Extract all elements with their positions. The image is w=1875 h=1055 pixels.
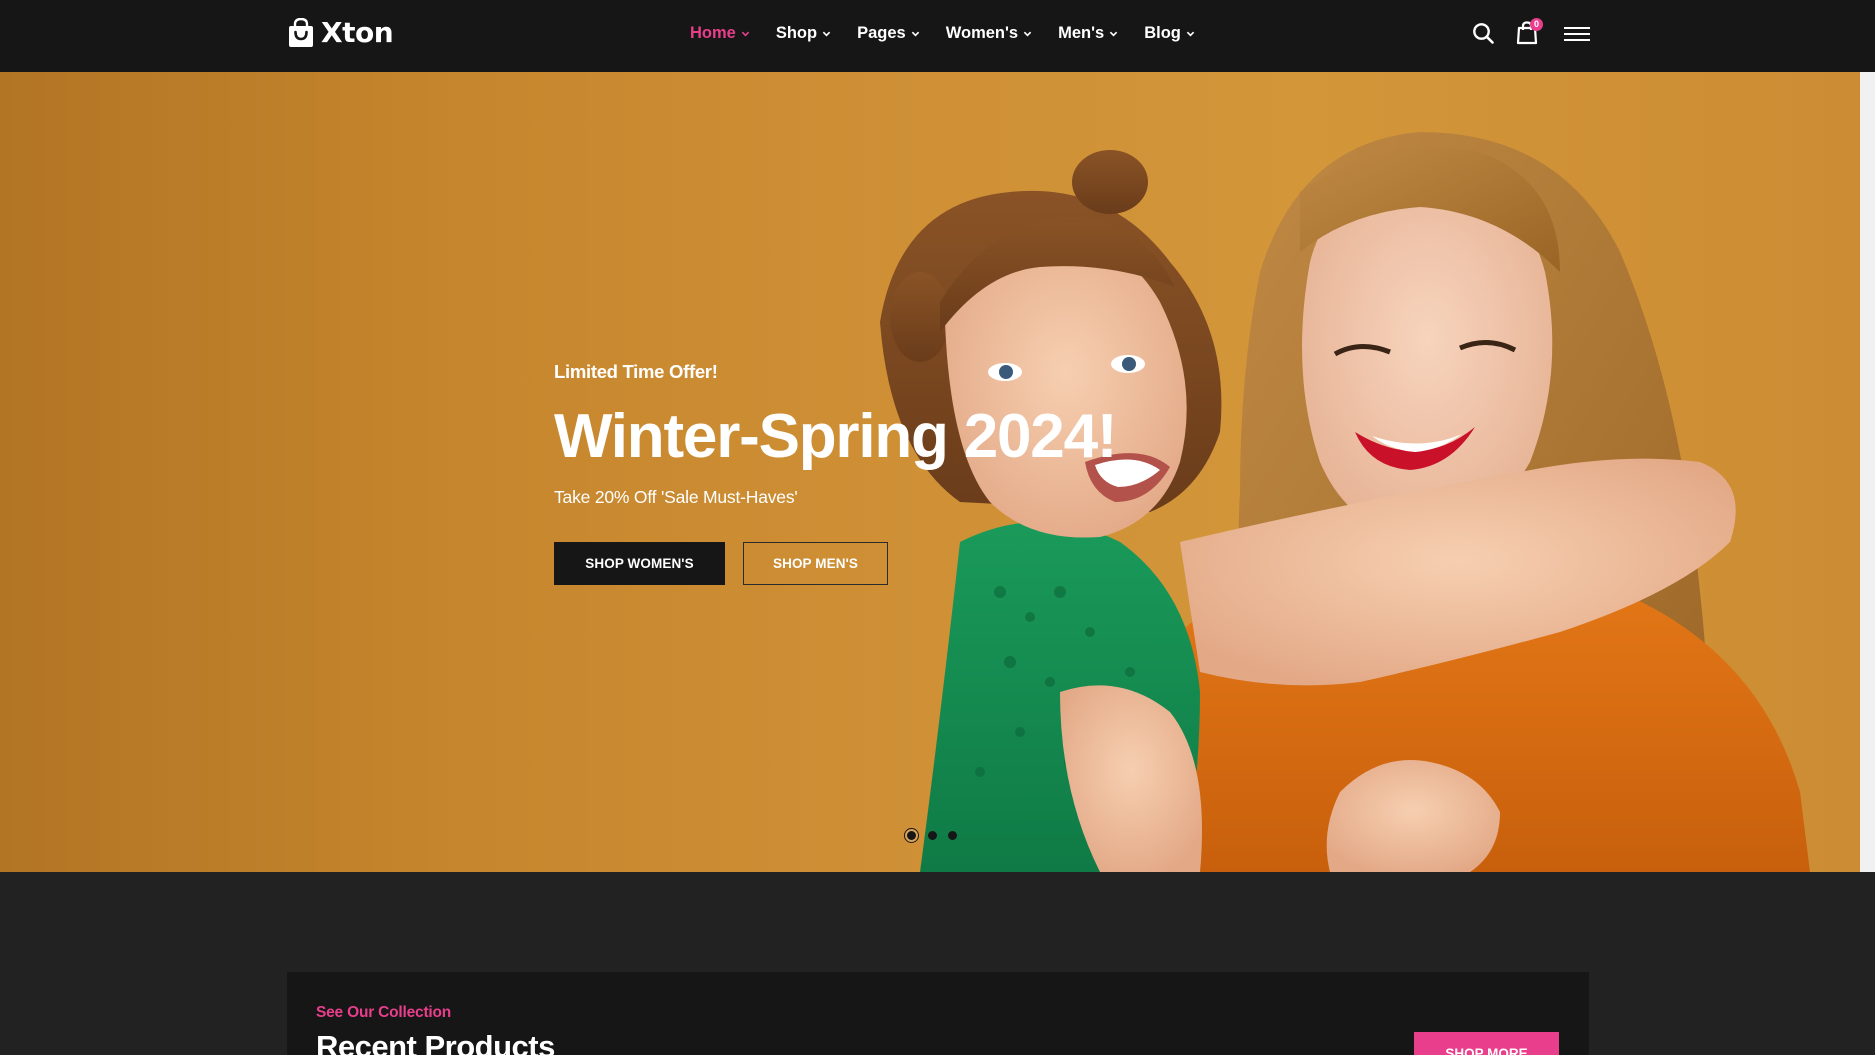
- slider-dots: [906, 831, 957, 840]
- hero-buttons: SHOP WOMEN'S SHOP MEN'S: [554, 542, 1254, 585]
- hero-kicker: Limited Time Offer!: [554, 361, 718, 382]
- page-scrollbar[interactable]: [1860, 72, 1875, 872]
- slider-dot[interactable]: [928, 831, 937, 840]
- chevron-down-icon: [822, 31, 831, 36]
- cart-button[interactable]: 0: [1516, 18, 1543, 46]
- brand-logo[interactable]: Xton: [287, 16, 394, 49]
- brand-name: Xton: [321, 16, 394, 49]
- slider-dot[interactable]: [907, 831, 916, 840]
- recent-products-section: See Our Collection Recent Products SHOP …: [287, 972, 1589, 1055]
- nav-item-womens[interactable]: Women's: [946, 20, 1032, 46]
- hamburger-icon[interactable]: [1564, 26, 1590, 42]
- chevron-down-icon: [911, 31, 919, 36]
- site-header: Xton Home Shop Pages Women's Men's Blog: [0, 0, 1875, 72]
- chevron-down-icon: [1186, 31, 1195, 36]
- nav-item-shop[interactable]: Shop: [776, 20, 831, 46]
- nav-item-mens[interactable]: Men's: [1058, 20, 1118, 46]
- nav-label: Shop: [775, 23, 818, 42]
- hero-slider: Limited Time Offer! Winter-Spring 2024! …: [0, 72, 1860, 872]
- nav-item-blog[interactable]: Blog: [1144, 20, 1195, 46]
- nav-label: Home: [690, 23, 736, 42]
- main-nav: Home Shop Pages Women's Men's Blog: [690, 20, 1195, 46]
- nav-label: Women's: [945, 23, 1019, 42]
- nav-item-pages[interactable]: Pages: [857, 20, 920, 46]
- chevron-down-icon: [741, 31, 750, 36]
- nav-label: Pages: [857, 23, 906, 42]
- shop-mens-button[interactable]: SHOP MEN'S: [743, 542, 888, 585]
- cart-count-badge: 0: [1530, 18, 1543, 31]
- hero-content: Limited Time Offer! Winter-Spring 2024! …: [554, 360, 1254, 585]
- slider-dot[interactable]: [948, 831, 957, 840]
- search-icon[interactable]: [1472, 22, 1494, 44]
- nav-item-home[interactable]: Home: [690, 20, 750, 46]
- nav-label: Blog: [1144, 23, 1181, 42]
- section-title: Recent Products: [316, 1029, 555, 1055]
- hero-title: Winter-Spring 2024!: [554, 402, 1117, 471]
- chevron-down-icon: [1023, 31, 1032, 36]
- nav-label: Men's: [1058, 23, 1105, 42]
- shop-womens-button[interactable]: SHOP WOMEN'S: [554, 542, 725, 585]
- hero-subtitle: Take 20% Off 'Sale Must-Haves': [554, 487, 798, 507]
- chevron-down-icon: [1109, 31, 1118, 36]
- shop-more-button[interactable]: SHOP MORE: [1414, 1032, 1559, 1055]
- section-kicker: See Our Collection: [316, 1004, 452, 1021]
- shopping-bag-icon: [289, 18, 313, 47]
